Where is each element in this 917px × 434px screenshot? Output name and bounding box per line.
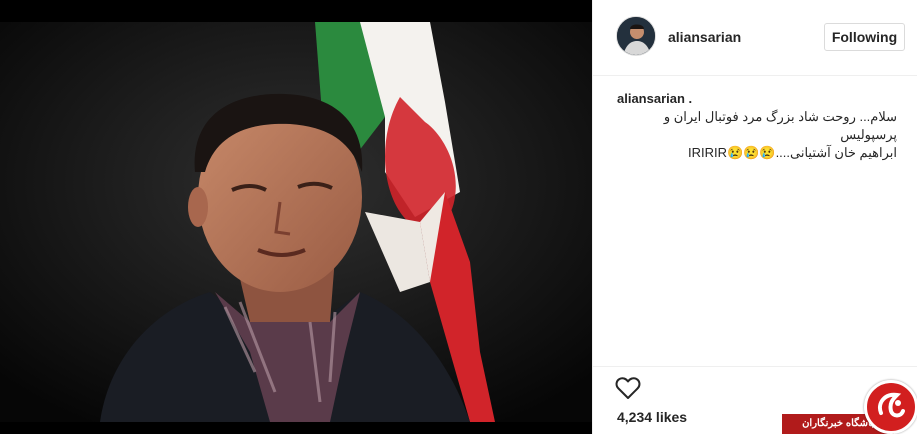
caption-username[interactable]: aliansarian . — [617, 90, 897, 108]
post-side-panel: aliansarian Following aliansarian . سلام… — [592, 0, 917, 434]
watermark: باشگاه خبرنگاران — [782, 380, 917, 434]
post-photo[interactable] — [0, 22, 592, 422]
heart-outline-icon[interactable] — [615, 376, 641, 400]
caption-line-2: ابراهیم خان آشتیانی....😢😢😢IRIRIR — [688, 145, 897, 160]
yjc-logo-icon — [864, 380, 917, 434]
avatar[interactable] — [616, 16, 656, 56]
post-caption: aliansarian . سلام... روحت شاد بزرگ مرد … — [617, 90, 897, 162]
post-photo-area[interactable] — [0, 0, 592, 434]
following-button[interactable]: Following — [824, 23, 905, 51]
post-header: aliansarian Following — [593, 0, 917, 76]
portrait-image — [0, 22, 592, 422]
post-username[interactable]: aliansarian — [668, 29, 741, 45]
caption-line-1: سلام... روحت شاد بزرگ مرد فوتبال ایران و… — [663, 109, 897, 142]
likes-count[interactable]: 4,234 likes — [617, 409, 687, 425]
avatar-image — [617, 17, 655, 55]
